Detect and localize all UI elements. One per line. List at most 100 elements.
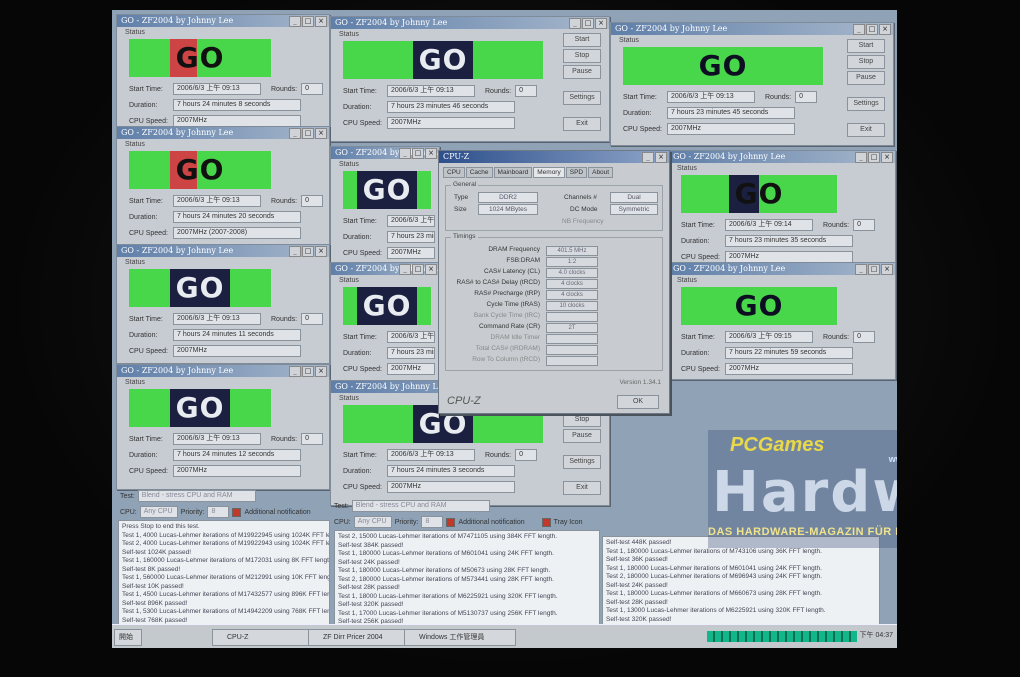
test-log-left[interactable]: Press Stop to end this test. Test 1, 4000… bbox=[118, 520, 330, 626]
maximize-button[interactable]: □ bbox=[868, 264, 880, 275]
minimize-button[interactable]: _ bbox=[289, 16, 301, 27]
priority-select[interactable]: 8 bbox=[421, 516, 444, 528]
maximize-button[interactable]: □ bbox=[302, 366, 314, 377]
maximize-button[interactable]: □ bbox=[302, 246, 314, 257]
taskbar-item[interactable]: Windows 工作管理員 bbox=[404, 629, 516, 646]
pause-button[interactable]: Pause bbox=[563, 429, 601, 443]
prime95-window[interactable]: GO - ZF2004 by Johnny Lee _ □ × Status G… bbox=[330, 146, 440, 266]
window-titlebar[interactable]: GO - ZF2004 by Johnny Lee _ □ × bbox=[669, 151, 895, 163]
tab-cache[interactable]: Cache bbox=[465, 167, 493, 178]
exit-button[interactable]: Exit bbox=[847, 123, 885, 137]
prime95-window[interactable]: GO - ZF2004 by Johnny Lee _ □ × Status G… bbox=[330, 262, 440, 382]
cpuz-window[interactable]: CPU-Z _ × CPU Cache Mainboard Memory SPD Abou… bbox=[438, 150, 670, 414]
window-titlebar[interactable]: GO - ZF2004 by Johnny Lee _ □ × bbox=[331, 263, 439, 275]
minimize-button[interactable]: _ bbox=[289, 128, 301, 139]
pause-button[interactable]: Pause bbox=[563, 65, 601, 79]
cpuz-titlebar[interactable]: CPU-Z _ × bbox=[439, 151, 669, 163]
exit-button[interactable]: Exit bbox=[563, 481, 601, 495]
close-button[interactable]: × bbox=[425, 148, 437, 159]
close-button[interactable]: × bbox=[879, 24, 891, 35]
close-button[interactable]: × bbox=[425, 264, 437, 275]
log-line: Test 2, 180000 Lucas-Lehmer iterations o… bbox=[338, 575, 554, 583]
cpu-speed-value: 2007MHz (2007-2008) bbox=[173, 227, 301, 239]
tab-memory[interactable]: Memory bbox=[533, 167, 565, 178]
maximize-button[interactable]: □ bbox=[412, 264, 424, 275]
maximize-button[interactable]: □ bbox=[412, 148, 424, 159]
pause-button[interactable]: Pause bbox=[847, 71, 885, 85]
start-time-label: Start Time: bbox=[129, 315, 163, 323]
settings-button[interactable]: Settings bbox=[563, 91, 601, 105]
taskbar-item[interactable]: CPU-Z bbox=[212, 629, 318, 646]
window-titlebar[interactable]: GO - ZF2004 by Johnny Lee _ □ × bbox=[331, 147, 439, 159]
close-button[interactable]: × bbox=[881, 264, 893, 275]
cpu-select[interactable]: Any CPU bbox=[353, 516, 392, 528]
maximize-button[interactable]: □ bbox=[302, 16, 314, 27]
additional-notification-checkbox[interactable] bbox=[446, 517, 456, 527]
minimize-button[interactable]: _ bbox=[289, 366, 301, 377]
minimize-button[interactable]: _ bbox=[399, 148, 411, 159]
start-button[interactable]: 開始 bbox=[114, 629, 142, 646]
minimize-button[interactable]: _ bbox=[853, 24, 865, 35]
close-button[interactable]: × bbox=[315, 128, 327, 139]
window-titlebar[interactable]: GO - ZF2004 by Johnny Lee _ □ × bbox=[611, 23, 893, 35]
settings-button[interactable]: Settings bbox=[563, 455, 601, 469]
duration-row: Duration: 7 hours 22 minutes 59 seconds bbox=[681, 347, 853, 359]
prime95-window[interactable]: GO - ZF2004 by Johnny Lee _ □ × Status G… bbox=[116, 244, 330, 364]
system-tray-icons[interactable] bbox=[707, 631, 857, 642]
close-button[interactable]: × bbox=[315, 366, 327, 377]
maximize-button[interactable]: □ bbox=[582, 18, 594, 29]
close-button[interactable]: × bbox=[315, 246, 327, 257]
priority-select[interactable]: 8 bbox=[207, 506, 230, 518]
window-titlebar[interactable]: GO - ZF2004 by Johnny Lee _ □ × bbox=[117, 365, 329, 377]
close-button[interactable]: × bbox=[315, 16, 327, 27]
tab-mainboard[interactable]: Mainboard bbox=[493, 167, 533, 178]
minimize-button[interactable]: _ bbox=[289, 246, 301, 257]
tab-cpu[interactable]: CPU bbox=[443, 167, 465, 178]
stop-button[interactable]: Stop bbox=[847, 55, 885, 69]
start-time-label: Start Time: bbox=[129, 435, 163, 443]
prime95-window[interactable]: GO - ZF2004 by Johnny Lee _ □ × Status G… bbox=[116, 14, 330, 134]
maximize-button[interactable]: □ bbox=[302, 128, 314, 139]
window-titlebar[interactable]: GO - ZF2004 by Johnny Lee _ □ × bbox=[331, 17, 609, 29]
minimize-button[interactable]: _ bbox=[855, 264, 867, 275]
tab-spd[interactable]: SPD bbox=[565, 167, 588, 178]
duration-value: 7 hours 24 minutes 11 seconds bbox=[173, 329, 301, 341]
minimize-button[interactable]: _ bbox=[569, 18, 581, 29]
minimize-button[interactable]: _ bbox=[642, 152, 654, 163]
cpu-speed-label: CPU Speed: bbox=[129, 467, 168, 475]
close-button[interactable]: × bbox=[655, 152, 667, 163]
test-log-middle[interactable]: Test 2, 15000 Lucas-Lehmer iterations of… bbox=[334, 530, 600, 626]
close-button[interactable]: × bbox=[881, 152, 893, 163]
maximize-button[interactable]: □ bbox=[866, 24, 878, 35]
maximize-button[interactable]: □ bbox=[868, 152, 880, 163]
tray-icon-checkbox[interactable] bbox=[541, 517, 551, 527]
prime95-window[interactable]: GO - ZF2004 by Johnny Lee _ □ × Status G… bbox=[668, 262, 896, 380]
stop-button[interactable]: Stop bbox=[563, 413, 601, 427]
tab-about[interactable]: About bbox=[588, 167, 614, 178]
prime95-window[interactable]: GO - ZF2004 by Johnny Lee _ □ × Status G… bbox=[668, 150, 896, 268]
timing-row: CAS# Latency (CL) 4.0 clocks bbox=[446, 268, 668, 278]
prime95-window[interactable]: GO - ZF2004 by Johnny Lee _ □ × Status G… bbox=[610, 22, 894, 146]
cpuz-ok-button[interactable]: OK bbox=[617, 395, 659, 409]
additional-notification-checkbox[interactable] bbox=[232, 507, 242, 517]
prime95-window[interactable]: GO - ZF2004 by Johnny Lee _ □ × Status G… bbox=[116, 364, 330, 490]
taskbar-item[interactable]: ZF Dirr Pricer 2004 bbox=[308, 629, 414, 646]
close-button[interactable]: × bbox=[595, 18, 607, 29]
stop-button[interactable]: Stop bbox=[563, 49, 601, 63]
prime95-window[interactable]: GO - ZF2004 by Johnny Lee _ □ × Status G… bbox=[116, 126, 330, 246]
start-button[interactable]: Start bbox=[847, 39, 885, 53]
exit-button[interactable]: Exit bbox=[563, 117, 601, 131]
window-titlebar[interactable]: GO - ZF2004 by Johnny Lee _ □ × bbox=[117, 127, 329, 139]
window-titlebar[interactable]: GO - ZF2004 by Johnny Lee _ □ × bbox=[117, 15, 329, 27]
window-titlebar[interactable]: GO - ZF2004 by Johnny Lee _ □ × bbox=[117, 245, 329, 257]
test-select[interactable]: Blend - stress CPU and RAM bbox=[137, 490, 256, 502]
start-button[interactable]: Start bbox=[563, 33, 601, 47]
test-select[interactable]: Blend - stress CPU and RAM bbox=[351, 500, 490, 512]
prime95-window[interactable]: GO - ZF2004 by Johnny Lee _ □ × Status G… bbox=[330, 16, 610, 142]
minimize-button[interactable]: _ bbox=[399, 264, 411, 275]
test-log-right[interactable]: Self-test 448K passed! Test 1, 180000 Luc… bbox=[602, 536, 880, 626]
window-titlebar[interactable]: GO - ZF2004 by Johnny Lee _ □ × bbox=[669, 263, 895, 275]
settings-button[interactable]: Settings bbox=[847, 97, 885, 111]
minimize-button[interactable]: _ bbox=[855, 152, 867, 163]
cpu-select[interactable]: Any CPU bbox=[139, 506, 178, 518]
